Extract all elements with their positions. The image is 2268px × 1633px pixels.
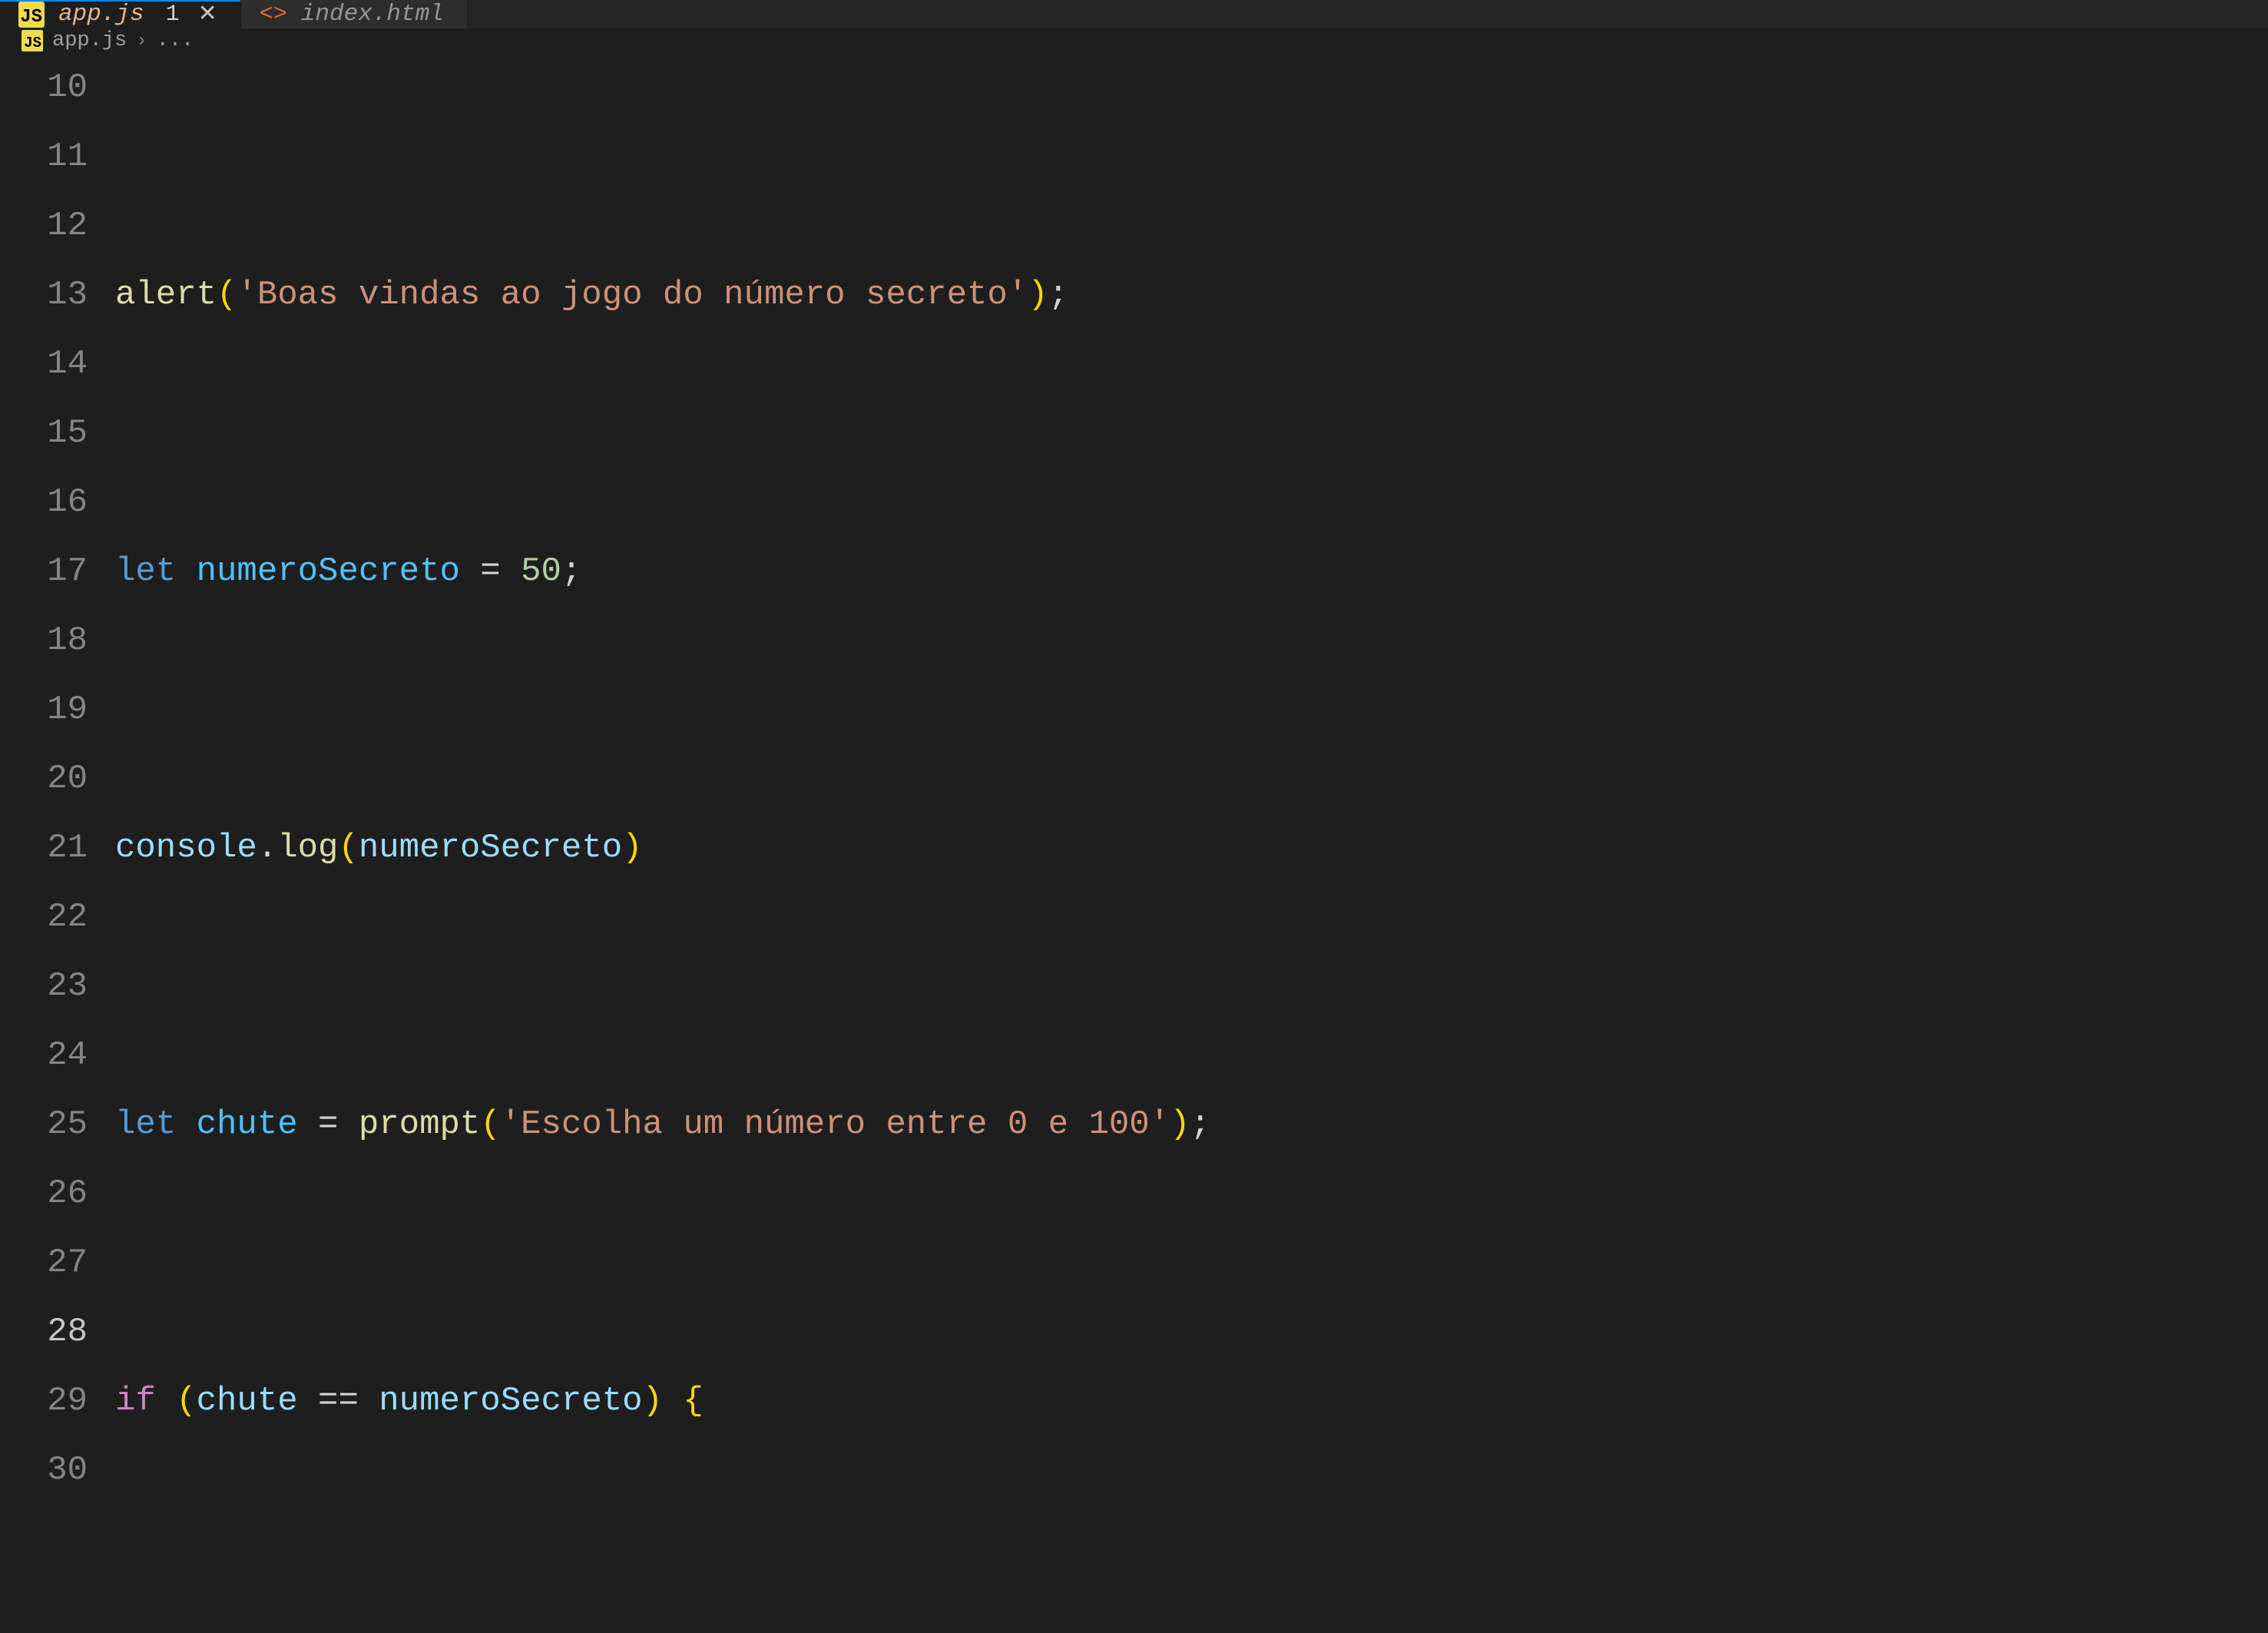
editor-tabs: JS app.js 1 ✕ <> index.html bbox=[0, 0, 2268, 29]
token: numeroSecreto bbox=[197, 552, 460, 591]
token: 'Escolha um número entre 0 e 100' bbox=[501, 1105, 1170, 1144]
token: ; bbox=[1190, 1105, 1210, 1144]
token: log bbox=[277, 829, 338, 867]
javascript-icon: JS bbox=[18, 2, 45, 28]
html-icon: <> bbox=[260, 3, 287, 26]
line-number: 13 bbox=[0, 260, 88, 330]
token: alert bbox=[115, 276, 217, 314]
line-number-gutter: 10 11 12 13 14 15 16 17 18 19 20 21 22 2… bbox=[0, 53, 115, 1633]
line-number: 25 bbox=[0, 1090, 88, 1159]
token: prompt bbox=[359, 1105, 480, 1144]
token: console bbox=[115, 829, 257, 867]
line-number: 16 bbox=[0, 468, 88, 537]
token: ; bbox=[561, 552, 581, 591]
line-number: 30 bbox=[0, 1436, 88, 1505]
token: ) bbox=[1028, 276, 1048, 314]
token: ( bbox=[338, 829, 358, 867]
line-number: 27 bbox=[0, 1228, 88, 1297]
token: let bbox=[115, 552, 176, 591]
line-number: 19 bbox=[0, 675, 88, 744]
breadcrumb-file[interactable]: app.js bbox=[52, 29, 127, 52]
line-number: 14 bbox=[0, 330, 88, 399]
breadcrumb: JS app.js › ... bbox=[0, 29, 2268, 53]
tab-index-html[interactable]: <> index.html bbox=[241, 0, 468, 28]
modified-count-badge: 1 bbox=[166, 2, 180, 28]
token: ( bbox=[480, 1105, 500, 1144]
tab-label: app.js bbox=[58, 1, 144, 28]
tab-app-js[interactable]: JS app.js 1 ✕ bbox=[0, 0, 241, 28]
line-number: 15 bbox=[0, 399, 88, 468]
token: let bbox=[115, 1105, 176, 1144]
token: { bbox=[683, 1382, 703, 1420]
line-number: 10 bbox=[0, 53, 88, 122]
code-editor[interactable]: 10 11 12 13 14 15 16 17 18 19 20 21 22 2… bbox=[0, 53, 2268, 1633]
token: ; bbox=[1048, 276, 1068, 314]
chevron-right-icon: › bbox=[136, 31, 147, 51]
token: ( bbox=[176, 1382, 196, 1420]
token bbox=[663, 1382, 683, 1420]
line-number: 23 bbox=[0, 952, 88, 1021]
line-number: 22 bbox=[0, 883, 88, 952]
token: ) bbox=[643, 1382, 663, 1420]
line-number: 12 bbox=[0, 191, 88, 260]
token: numeroSecreto bbox=[359, 829, 622, 867]
line-number: 28 bbox=[0, 1297, 88, 1366]
line-number: 26 bbox=[0, 1159, 88, 1228]
token: ) bbox=[622, 829, 642, 867]
line-number: 17 bbox=[0, 537, 88, 606]
token bbox=[156, 1382, 176, 1420]
token: 'Boas vindas ao jogo do número secreto' bbox=[237, 276, 1028, 314]
token: chute bbox=[197, 1382, 298, 1420]
token: . bbox=[257, 829, 277, 867]
javascript-icon: JS bbox=[22, 30, 43, 51]
close-tab-icon[interactable]: ✕ bbox=[198, 0, 217, 28]
token: == bbox=[298, 1382, 379, 1420]
line-number: 21 bbox=[0, 813, 88, 883]
line-number: 18 bbox=[0, 606, 88, 675]
token: = bbox=[460, 552, 521, 591]
line-number: 20 bbox=[0, 744, 88, 813]
token: 50 bbox=[521, 552, 561, 591]
token: chute bbox=[197, 1105, 298, 1144]
token: ( bbox=[217, 276, 237, 314]
line-number: 24 bbox=[0, 1021, 88, 1090]
token: if bbox=[115, 1382, 156, 1420]
token: numeroSecreto bbox=[379, 1382, 642, 1420]
breadcrumb-rest[interactable]: ... bbox=[157, 29, 194, 52]
token: ) bbox=[1170, 1105, 1190, 1144]
tab-label: index.html bbox=[301, 1, 444, 28]
line-number: 11 bbox=[0, 122, 88, 191]
token: = bbox=[298, 1105, 359, 1144]
line-number: 29 bbox=[0, 1366, 88, 1436]
code-content[interactable]: alert('Boas vindas ao jogo do número sec… bbox=[115, 53, 2268, 1633]
